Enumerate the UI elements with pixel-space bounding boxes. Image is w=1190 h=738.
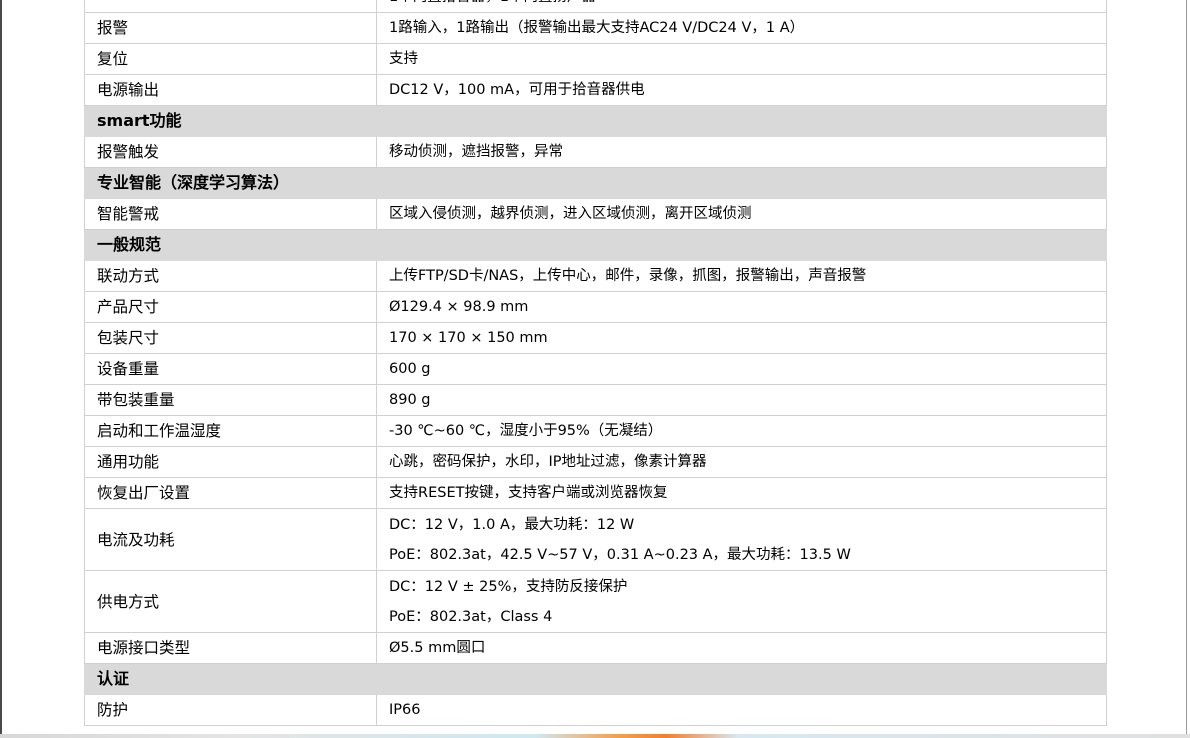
- spec-value: 上传FTP/SD卡/NAS，上传中心，邮件，录像，抓图，报警输出，声音报警: [376, 260, 1107, 292]
- spec-value: DC：12 V ± 25%，支持防反接保护 PoE：802.3at，Class …: [376, 570, 1107, 633]
- spec-row-protection: 防护 IP66: [84, 694, 1107, 726]
- spec-value-line: PoE：802.3at，42.5 V~57 V，0.31 A~0.23 A，最大…: [389, 546, 851, 563]
- section-header-smart: smart功能: [84, 105, 1107, 137]
- spec-value: 移动侦测，遮挡报警，异常: [376, 136, 1107, 168]
- spec-label: 启动和工作温湿度: [84, 415, 377, 447]
- spec-label: 联动方式: [84, 260, 377, 292]
- spec-sheet-page: 1个内置拾音器，1个内置扬声器 报警 1路输入，1路输出（报警输出最大支持AC2…: [0, 0, 1190, 738]
- spec-value: 心跳，密码保护，水印，IP地址过滤，像素计算器: [376, 446, 1107, 478]
- spec-value: 支持RESET按键，支持客户端或浏览器恢复: [376, 477, 1107, 509]
- spec-value: 支持: [376, 43, 1107, 75]
- spec-label: 智能警戒: [84, 198, 377, 230]
- spec-label: 报警触发: [84, 136, 377, 168]
- spec-label: [84, 0, 377, 13]
- spec-label: 电源输出: [84, 74, 377, 106]
- spec-value: IP66: [376, 694, 1107, 726]
- spec-value: 890 g: [376, 384, 1107, 416]
- spec-row-alarm-trigger: 报警触发 移动侦测，遮挡报警，异常: [84, 136, 1107, 168]
- spec-value-line: DC：12 V ± 25%，支持防反接保护: [389, 578, 628, 595]
- spec-row-reset: 复位 支持: [84, 43, 1107, 75]
- spec-value-line: DC：12 V，1.0 A，最大功耗：12 W: [389, 516, 635, 533]
- section-header-general: 一般规范: [84, 229, 1107, 261]
- spec-value: 区域入侵侦测，越界侦测，进入区域侦测，离开区域侦测: [376, 198, 1107, 230]
- spec-value-line: PoE：802.3at，Class 4: [389, 608, 553, 625]
- specification-table: 1个内置拾音器，1个内置扬声器 报警 1路输入，1路输出（报警输出最大支持AC2…: [84, 0, 1107, 726]
- spec-label: 供电方式: [84, 570, 377, 633]
- spec-value: -30 ℃~60 ℃，湿度小于95%（无凝结）: [376, 415, 1107, 447]
- spec-label: 设备重量: [84, 353, 377, 385]
- spec-label: 电流及功耗: [84, 508, 377, 571]
- spec-value: 600 g: [376, 353, 1107, 385]
- spec-row-factory-reset: 恢复出厂设置 支持RESET按键，支持客户端或浏览器恢复: [84, 477, 1107, 509]
- spec-label: 防护: [84, 694, 377, 726]
- spec-row-power-supply: 供电方式 DC：12 V ± 25%，支持防反接保护 PoE：802.3at，C…: [84, 570, 1107, 633]
- page-left-border: [0, 0, 2, 734]
- spec-label: 通用功能: [84, 446, 377, 478]
- section-title: 专业智能（深度学习算法）: [84, 167, 1107, 199]
- spec-row-audio: 1个内置拾音器，1个内置扬声器: [84, 0, 1107, 13]
- spec-value: DC：12 V，1.0 A，最大功耗：12 W PoE：802.3at，42.5…: [376, 508, 1107, 571]
- spec-label: 复位: [84, 43, 377, 75]
- spec-row-smart-guard: 智能警戒 区域入侵侦测，越界侦测，进入区域侦测，离开区域侦测: [84, 198, 1107, 230]
- spec-value: DC12 V，100 mA，可用于拾音器供电: [376, 74, 1107, 106]
- page-right-border: [1186, 0, 1187, 734]
- spec-value: 1个内置拾音器，1个内置扬声器: [376, 0, 1107, 13]
- spec-row-linkage: 联动方式 上传FTP/SD卡/NAS，上传中心，邮件，录像，抓图，报警输出，声音…: [84, 260, 1107, 292]
- spec-label: 包装尺寸: [84, 322, 377, 354]
- bottom-edge-strip: [0, 734, 1190, 738]
- spec-row-general-function: 通用功能 心跳，密码保护，水印，IP地址过滤，像素计算器: [84, 446, 1107, 478]
- spec-value: 170 × 170 × 150 mm: [376, 322, 1107, 354]
- spec-value: Ø5.5 mm圆口: [376, 632, 1107, 664]
- spec-row-current-power: 电流及功耗 DC：12 V，1.0 A，最大功耗：12 W PoE：802.3a…: [84, 508, 1107, 571]
- spec-row-temperature: 启动和工作温湿度 -30 ℃~60 ℃，湿度小于95%（无凝结）: [84, 415, 1107, 447]
- section-title: smart功能: [84, 105, 1107, 137]
- spec-row-power-interface: 电源接口类型 Ø5.5 mm圆口: [84, 632, 1107, 664]
- section-title: 一般规范: [84, 229, 1107, 261]
- section-header-certification: 认证: [84, 663, 1107, 695]
- spec-row-alarm: 报警 1路输入，1路输出（报警输出最大支持AC24 V/DC24 V，1 A）: [84, 12, 1107, 44]
- section-header-deep-learning: 专业智能（深度学习算法）: [84, 167, 1107, 199]
- section-title: 认证: [84, 663, 1107, 695]
- spec-value: Ø129.4 × 98.9 mm: [376, 291, 1107, 323]
- spec-label: 报警: [84, 12, 377, 44]
- spec-row-weight: 设备重量 600 g: [84, 353, 1107, 385]
- spec-row-power-output: 电源输出 DC12 V，100 mA，可用于拾音器供电: [84, 74, 1107, 106]
- spec-label: 电源接口类型: [84, 632, 377, 664]
- spec-label: 带包装重量: [84, 384, 377, 416]
- spec-row-package-size: 包装尺寸 170 × 170 × 150 mm: [84, 322, 1107, 354]
- spec-label: 产品尺寸: [84, 291, 377, 323]
- spec-row-product-size: 产品尺寸 Ø129.4 × 98.9 mm: [84, 291, 1107, 323]
- spec-value: 1路输入，1路输出（报警输出最大支持AC24 V/DC24 V，1 A）: [376, 12, 1107, 44]
- spec-row-package-weight: 带包装重量 890 g: [84, 384, 1107, 416]
- spec-label: 恢复出厂设置: [84, 477, 377, 509]
